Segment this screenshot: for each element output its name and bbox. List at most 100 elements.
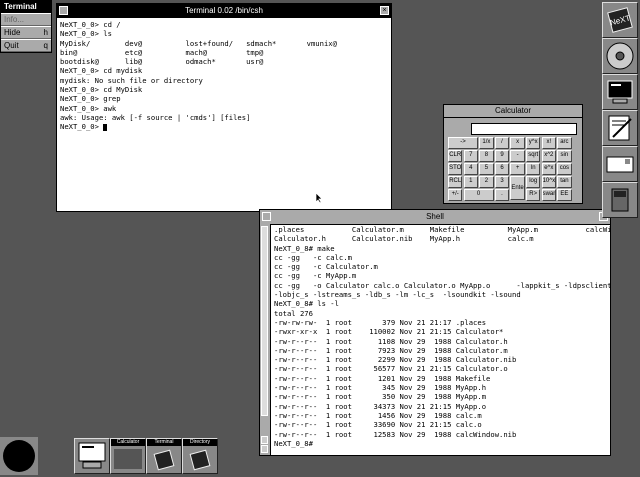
calc-key[interactable]: RCL: [448, 176, 463, 188]
calc-key[interactable]: 8: [479, 150, 494, 162]
calc-key[interactable]: 4: [463, 163, 478, 175]
output-line: NeXT_0_0> cd mydisk: [60, 66, 143, 76]
output-line: cc -gg -c calc.m: [274, 252, 352, 262]
calc-key[interactable]: STO: [448, 163, 463, 175]
shell-output: .places Calculator.m Makefile MyApp.m ca…: [274, 225, 610, 448]
terminal-text-area[interactable]: NeXT_0_0> cd / NeXT_0_0> ls MyDisk/ dev@ l…: [57, 18, 391, 211]
shell-titlebar[interactable]: Shell ×: [260, 210, 610, 225]
calc-key[interactable]: x: [510, 137, 525, 149]
calc-key[interactable]: y^x: [526, 137, 541, 149]
terminal-title: Terminal 0.02 /bin/csh: [185, 6, 263, 15]
calc-key[interactable]: CLR: [448, 150, 463, 162]
output-line: -rw-r--r-- 1 root 56577 Nov 21 21:15 Cal…: [274, 364, 508, 374]
miniaturize-button[interactable]: [59, 6, 68, 15]
scroll-up-arrow[interactable]: [261, 436, 268, 444]
output-line: MyDisk/ dev@ lost+found/ sdmach* vmunix@: [60, 38, 337, 48]
calc-key[interactable]: sqrt: [526, 150, 541, 162]
output-line: awk: Usage: awk [-f source | 'cmds'] [fi…: [60, 112, 251, 122]
output-line: -rw-r--r-- 1 root 12583 Nov 29 1988 calc…: [274, 429, 517, 439]
output-line: NeXT_0_8# ls -l: [274, 299, 339, 309]
recycler-icon[interactable]: [602, 182, 638, 218]
output-line: -rw-r--r-- 1 root 7923 Nov 29 1988 Calcu…: [274, 345, 508, 355]
calc-key[interactable]: x^2: [541, 150, 556, 162]
menu-item-label: Hide: [4, 28, 21, 37]
output-line: -rw-r--r-- 1 root 1201 Nov 29 1988 Makef…: [274, 373, 491, 383]
close-button[interactable]: ×: [380, 6, 389, 15]
output-line: NeXT_0_8#: [274, 438, 313, 448]
miniaturize-button[interactable]: [262, 212, 271, 221]
scrollbar[interactable]: [260, 224, 271, 455]
calc-key[interactable]: EE: [557, 189, 572, 201]
calc-key[interactable]: /: [494, 137, 510, 149]
black-hole-icon[interactable]: [0, 437, 38, 475]
calc-key[interactable]: 10^x: [541, 176, 556, 188]
terminal-icon[interactable]: [602, 74, 638, 110]
output-line: -rw-rw-rw- 1 root 379 Nov 21 21:17 .plac…: [274, 317, 487, 327]
miniwindow-terminal[interactable]: Terminal: [146, 438, 182, 474]
output-line: NeXT_0_0> cd MyDisk: [60, 85, 143, 95]
output-line: NeXT_0_0>: [60, 122, 388, 131]
menu-item-hide[interactable]: Hide h: [1, 26, 51, 39]
output-line: -lobjc_s -lstreams_s -ldb_s -lm -lc_s -l…: [274, 290, 521, 300]
calc-key[interactable]: sin: [557, 150, 572, 162]
calc-key[interactable]: 7: [463, 150, 478, 162]
next-cube-icon: [189, 449, 211, 471]
next-cube-icon: [153, 449, 175, 471]
app-icon[interactable]: [74, 438, 110, 474]
calc-key[interactable]: 1: [463, 176, 478, 188]
calc-key[interactable]: e^x: [541, 163, 556, 175]
calc-key[interactable]: cos: [557, 163, 572, 175]
shell-text-area[interactable]: .places Calculator.m Makefile MyApp.m ca…: [272, 224, 610, 455]
miniwindow-directory[interactable]: Directory: [182, 438, 218, 474]
calc-key[interactable]: .: [494, 189, 510, 201]
calc-key[interactable]: arc: [557, 137, 572, 149]
menu-item-key: h: [43, 28, 48, 37]
terminal-output: NeXT_0_0> cd / NeXT_0_0> ls MyDisk/ dev@ l…: [60, 20, 388, 132]
calc-key[interactable]: 9: [494, 150, 510, 162]
edit-icon[interactable]: [602, 110, 638, 146]
calc-key[interactable]: +/-: [448, 189, 463, 201]
output-line: .places Calculator.m Makefile MyApp.m ca…: [274, 225, 610, 234]
calc-key[interactable]: R>: [526, 189, 541, 201]
calculator-window[interactable]: Calculator -> 1/x / x y^x x! arc CLR 7 8 9- sqrt x^2…: [443, 104, 583, 204]
calc-key[interactable]: x!: [541, 137, 556, 149]
output-line: -rw-r--r-- 1 root 1456 Nov 29 1988 calc.…: [274, 410, 482, 420]
calc-key[interactable]: 3: [494, 176, 510, 188]
calc-key[interactable]: 6: [494, 163, 510, 175]
calc-key[interactable]: tan: [557, 176, 572, 188]
scroll-knob[interactable]: [261, 226, 268, 416]
calc-key[interactable]: log: [526, 176, 541, 188]
menu-item-label: Info...: [4, 15, 25, 24]
output-line: NeXT_0_0> cd /: [60, 20, 121, 29]
menu-title: Terminal: [1, 1, 51, 13]
calc-key[interactable]: 5: [479, 163, 494, 175]
calc-key[interactable]: -: [510, 150, 525, 162]
calc-key[interactable]: swan: [541, 189, 556, 201]
menu-item-quit[interactable]: Quit q: [1, 39, 51, 52]
menu-item-info[interactable]: Info...: [1, 13, 51, 26]
calc-key[interactable]: ->: [448, 137, 478, 149]
optical-disk-icon[interactable]: [602, 38, 638, 74]
output-line: NeXT_0_0> ls: [60, 29, 112, 39]
terminal-window[interactable]: Terminal 0.02 /bin/csh × NeXT_0_0> cd / N…: [56, 3, 392, 212]
output-line: cc -gg -c MyApp.m: [274, 271, 357, 281]
output-line: mydisk: No such file or directory: [60, 75, 203, 85]
calc-key[interactable]: 0: [463, 189, 494, 201]
output-line: NeXT_0_8# make: [274, 243, 335, 253]
calc-key[interactable]: 2: [479, 176, 494, 188]
miniwindow-calculator[interactable]: Calculator: [110, 438, 146, 474]
calc-key[interactable]: ln: [526, 163, 541, 175]
calc-key[interactable]: +: [510, 163, 525, 175]
mail-icon[interactable]: [602, 146, 638, 182]
next-logo-icon[interactable]: NeXT: [602, 2, 638, 38]
output-line: -rw-r--r-- 1 root 1108 Nov 29 1988 Calcu…: [274, 336, 508, 346]
output-line: -rw-r--r-- 1 root 33690 Nov 21 21:15 cal…: [274, 420, 482, 430]
calc-key[interactable]: Enter: [510, 176, 525, 201]
calc-key[interactable]: 1/x: [479, 137, 494, 149]
calculator-titlebar[interactable]: Calculator: [444, 105, 582, 118]
terminal-titlebar[interactable]: Terminal 0.02 /bin/csh ×: [57, 4, 391, 18]
output-line: -rw-r--r-- 1 root 345 Nov 29 1988 MyApp.…: [274, 383, 487, 393]
shell-window[interactable]: Shell × .places Calculator.m Makefile My…: [259, 209, 611, 456]
output-line: -rwxr-xr-x 1 root 110002 Nov 21 21:15 Ca…: [274, 327, 504, 337]
scroll-down-arrow[interactable]: [261, 445, 268, 453]
